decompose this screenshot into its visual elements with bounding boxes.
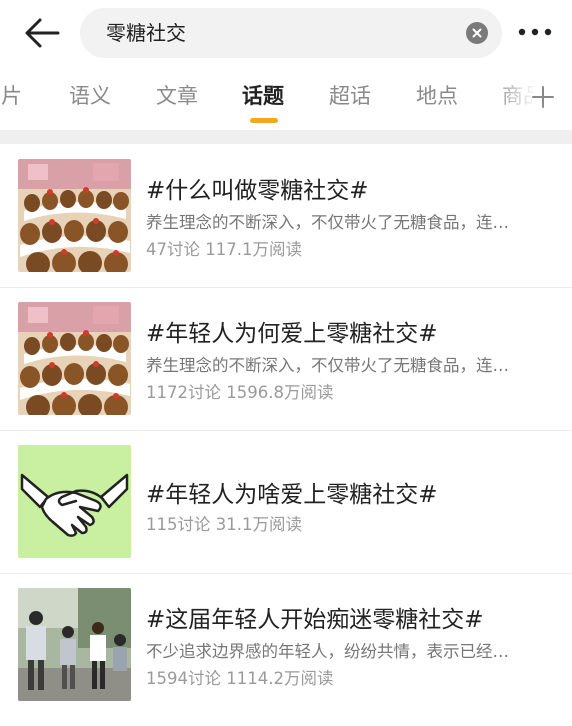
plus-icon[interactable]: [528, 82, 558, 112]
tab-semantic[interactable]: 语义: [69, 82, 111, 110]
back-arrow-icon[interactable]: [22, 14, 62, 52]
topic-title: #年轻人为啥爱上零糖社交#: [146, 482, 438, 508]
tab-bar: 图片 语义 文章 话题 超话 地点 商品: [0, 66, 572, 130]
topic-title: #什么叫做零糖社交#: [146, 178, 369, 204]
topic-stats: 47讨论 117.1万阅读: [146, 240, 302, 259]
topic-thumbnail: [18, 302, 131, 415]
tab-locations[interactable]: 地点: [416, 82, 458, 110]
search-input[interactable]: 零糖社交: [80, 8, 502, 58]
search-query-text: 零糖社交: [106, 21, 186, 45]
topic-description: 不少追求边界感的年轻人，纷纷共情，表示已经…: [146, 642, 509, 661]
topic-thumbnail: [18, 588, 131, 701]
topic-stats: 115讨论 31.1万阅读: [146, 515, 302, 534]
topic-thumbnail: [18, 159, 131, 272]
topic-title: #年轻人为何爱上零糖社交#: [146, 321, 438, 347]
tab-super-topics[interactable]: 超话: [329, 82, 371, 110]
topic-row[interactable]: #年轻人为何爱上零糖社交# 养生理念的不断深入，不仅带火了无糖食品，连… 117…: [0, 288, 572, 431]
topic-description: 养生理念的不断深入，不仅带火了无糖食品，连…: [146, 213, 509, 232]
active-tab-indicator: [250, 118, 278, 123]
section-divider: [0, 130, 572, 144]
topic-stats: 1594讨论 1114.2万阅读: [146, 669, 334, 688]
topic-title: #这届年轻人开始痴迷零糖社交#: [146, 607, 484, 633]
tab-topics[interactable]: 话题: [242, 82, 284, 110]
clear-icon[interactable]: [466, 22, 488, 44]
top-bar: 零糖社交: [0, 0, 572, 66]
topic-stats: 1172讨论 1596.8万阅读: [146, 383, 334, 402]
tab-articles[interactable]: 文章: [156, 82, 198, 110]
tab-images[interactable]: 图片: [0, 82, 22, 110]
topic-row[interactable]: #年轻人为啥爱上零糖社交# 115讨论 31.1万阅读: [0, 431, 572, 574]
topic-row[interactable]: #这届年轻人开始痴迷零糖社交# 不少追求边界感的年轻人，纷纷共情，表示已经… 1…: [0, 574, 572, 717]
more-icon[interactable]: [516, 22, 556, 42]
topic-row[interactable]: #什么叫做零糖社交# 养生理念的不断深入，不仅带火了无糖食品，连… 47讨论 1…: [0, 145, 572, 288]
topic-thumbnail: [18, 445, 131, 558]
topic-description: 养生理念的不断深入，不仅带火了无糖食品，连…: [146, 356, 509, 375]
